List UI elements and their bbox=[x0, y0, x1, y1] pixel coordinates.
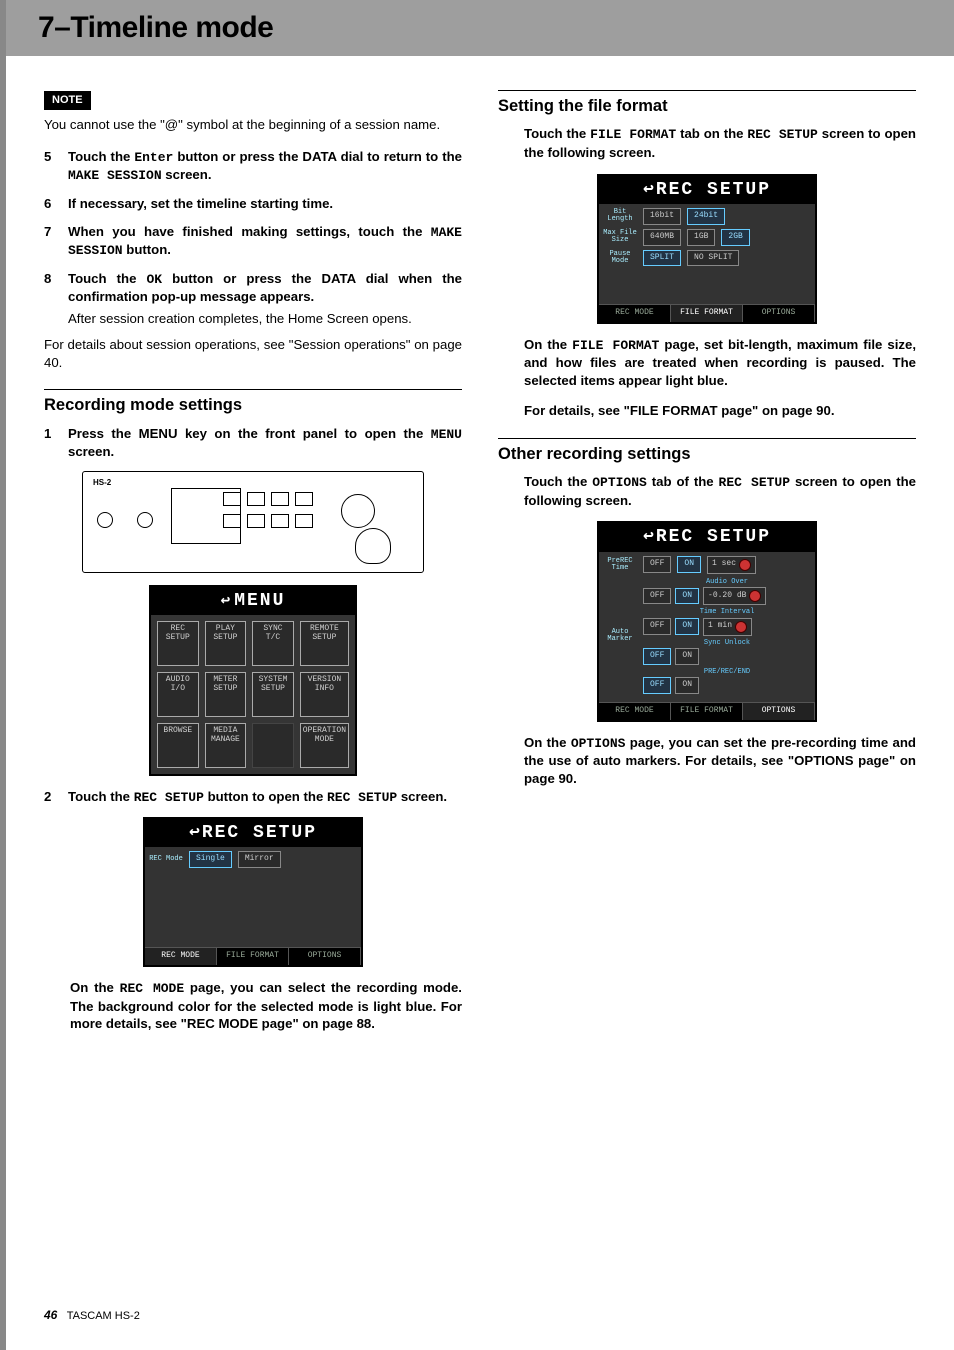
menu-cell: SYNC T/C bbox=[252, 621, 294, 666]
rec-mode-desc: On the REC MODE page, you can select the… bbox=[70, 979, 462, 1033]
headphone-knob-icon bbox=[97, 512, 113, 528]
headphone-knob-icon bbox=[137, 512, 153, 528]
left-column: NOTE You cannot use the "@" symbol at th… bbox=[44, 90, 462, 1045]
menu-cell: VERSION INFO bbox=[300, 672, 349, 717]
back-icon: ↩ bbox=[643, 527, 656, 547]
note-text: You cannot use the "@" symbol at the beg… bbox=[44, 116, 462, 134]
menu-screenshot: ↩MENU REC SETUP PLAY SETUP SYNC T/C REMO… bbox=[149, 585, 357, 776]
menu-cell: SYSTEM SETUP bbox=[252, 672, 294, 717]
page-footer: 46 TASCAM HS-2 bbox=[44, 1308, 140, 1322]
menu-cell: METER SETUP bbox=[205, 672, 247, 717]
finger-icon bbox=[355, 528, 391, 564]
steps-continued: 5 Touch the Enter button or press the DA… bbox=[44, 148, 462, 328]
single-button: Single bbox=[189, 851, 232, 868]
file-format-ref: For details, see "FILE FORMAT page" on p… bbox=[524, 402, 916, 420]
footer-model: TASCAM HS-2 bbox=[67, 1310, 140, 1322]
knob-icon bbox=[735, 621, 747, 633]
tab-options: OPTIONS bbox=[289, 948, 361, 965]
menu-cell: MEDIA MANAGE bbox=[205, 723, 247, 768]
heading-recording-mode: Recording mode settings bbox=[44, 389, 462, 416]
rec-setup-options-screenshot: ↩REC SETUP PreREC Time OFF ON 1 sec Auto… bbox=[597, 521, 817, 721]
back-icon: ↩ bbox=[221, 592, 233, 610]
file-format-desc: On the FILE FORMAT page, set bit-length,… bbox=[524, 336, 916, 390]
step-6: 6 If necessary, set the timeline startin… bbox=[44, 195, 462, 213]
rmstep-1: 1 Press the MENU key on the front panel … bbox=[44, 425, 462, 461]
rec-mode-steps: 1 Press the MENU key on the front panel … bbox=[44, 425, 462, 461]
heading-file-format: Setting the file format bbox=[498, 90, 916, 117]
tab-file-format: FILE FORMAT bbox=[217, 948, 289, 965]
menu-cell: REC SETUP bbox=[157, 621, 199, 666]
options-intro: Touch the OPTIONS tab of the REC SETUP s… bbox=[524, 473, 916, 509]
tab-rec-mode: REC MODE bbox=[145, 948, 217, 965]
rec-mode-steps-2: 2 Touch the REC SETUP button to open the… bbox=[44, 788, 462, 807]
step-5: 5 Touch the Enter button or press the DA… bbox=[44, 148, 462, 185]
session-footnote: For details about session operations, se… bbox=[44, 336, 462, 372]
rec-setup-fileformat-screenshot: ↩REC SETUP Bit Length 16bit 24bit Max Fi… bbox=[597, 174, 817, 324]
back-icon: ↩ bbox=[643, 180, 656, 200]
page-number: 46 bbox=[44, 1308, 57, 1322]
rec-setup-recmode-screenshot: ↩REC SETUP REC Mode Single Mirror REC MO… bbox=[143, 817, 363, 967]
knob-icon bbox=[749, 590, 761, 602]
right-column: Setting the file format Touch the FILE F… bbox=[498, 90, 916, 1045]
menu-cell: BROWSE bbox=[157, 723, 199, 768]
menu-cell: PLAY SETUP bbox=[205, 621, 247, 666]
data-dial-icon bbox=[341, 494, 375, 528]
rmstep-2: 2 Touch the REC SETUP button to open the… bbox=[44, 788, 462, 807]
step-7: 7 When you have finished making settings… bbox=[44, 223, 462, 260]
page-title: 7–Timeline mode bbox=[38, 11, 273, 45]
knob-icon bbox=[739, 559, 751, 571]
mirror-button: Mirror bbox=[238, 851, 281, 868]
menu-cell-empty bbox=[252, 723, 294, 768]
note-label: NOTE bbox=[44, 91, 91, 110]
menu-cell: AUDIO I/O bbox=[157, 672, 199, 717]
heading-other-recording: Other recording settings bbox=[498, 438, 916, 465]
menu-cell: OPERATION MODE bbox=[300, 723, 349, 768]
page-header: 7–Timeline mode bbox=[6, 0, 954, 56]
device-illustration: HS-2 bbox=[82, 471, 424, 573]
menu-cell: REMOTE SETUP bbox=[300, 621, 349, 666]
file-format-intro: Touch the FILE FORMAT tab on the REC SET… bbox=[524, 125, 916, 161]
step-8: 8 Touch the OK button or press the DATA … bbox=[44, 270, 462, 328]
back-icon: ↩ bbox=[189, 823, 202, 843]
options-desc: On the OPTIONS page, you can set the pre… bbox=[524, 734, 916, 788]
